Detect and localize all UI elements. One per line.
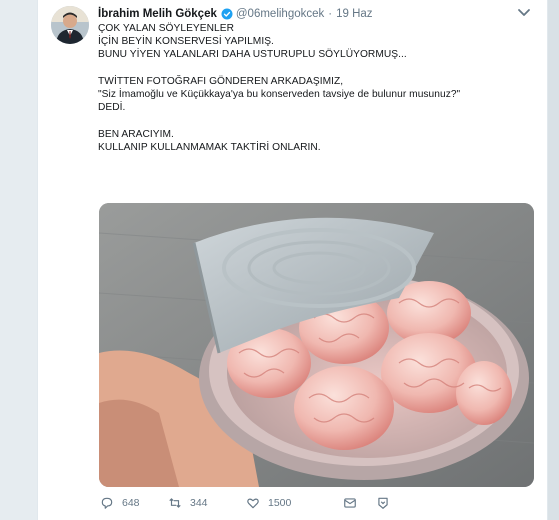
reply-button[interactable]: 648: [100, 494, 140, 512]
more-button[interactable]: [376, 494, 390, 512]
tweet-text-line: [98, 62, 528, 75]
tweet-text-line: İÇİN BEYİN KONSERVESİ YAPILMIŞ.: [98, 36, 274, 48]
like-button[interactable]: 1500: [246, 494, 291, 512]
envelope-icon: [344, 498, 356, 508]
author-handle[interactable]: @06melihgokcek: [236, 8, 324, 20]
tweet-text-line: "Siz İmamoğlu ve Küçükkaya'ya bu konserv…: [98, 88, 461, 100]
reply-icon: [101, 497, 113, 509]
tweet-text-line: BUNU YİYEN YALANLARI DAHA USTURUPLU SÖYL…: [98, 49, 407, 61]
retweet-count: 344: [190, 497, 208, 509]
author-name[interactable]: İbrahim Melih Gökçek: [98, 8, 217, 20]
tweet-actions: 648 344 1500: [98, 494, 398, 512]
tweet-timestamp[interactable]: 19 Haz: [336, 8, 372, 20]
tweet-text: ÇOK YALAN SÖYLEYENLER İÇİN BEYİN KONSERV…: [98, 22, 528, 154]
tweet-header: İbrahim Melih Gökçek @06melihgokcek · 19…: [98, 5, 373, 23]
chevron-down-icon[interactable]: [517, 7, 531, 19]
direct-message-button[interactable]: [343, 494, 357, 512]
more-icon: [378, 497, 388, 509]
tweet-text-line: [98, 114, 528, 127]
tweet-text-line: TWİTTEN FOTOĞRAFI GÖNDEREN ARKADAŞIMIZ,: [98, 75, 344, 87]
reply-count: 648: [122, 497, 140, 509]
tweet-text-line: DEDİ.: [98, 102, 126, 114]
tweet-text-line: ÇOK YALAN SÖYLEYENLER: [98, 23, 234, 34]
tweet-card[interactable]: İbrahim Melih Gökçek @06melihgokcek · 19…: [37, 0, 548, 520]
tweet-text-line: BEN ARACIYIM.: [98, 128, 174, 140]
tweet-photo[interactable]: [99, 203, 534, 487]
tweet-text-line: KULLANIP KULLANMAMAK TAKTİRİ ONLARIN.: [98, 141, 321, 153]
avatar[interactable]: [51, 6, 89, 44]
like-count: 1500: [268, 497, 292, 509]
verified-badge-icon: [221, 8, 233, 20]
retweet-button[interactable]: 344: [168, 494, 208, 512]
separator-dot: ·: [328, 8, 333, 20]
heart-icon: [247, 498, 259, 509]
retweet-icon: [169, 498, 181, 508]
